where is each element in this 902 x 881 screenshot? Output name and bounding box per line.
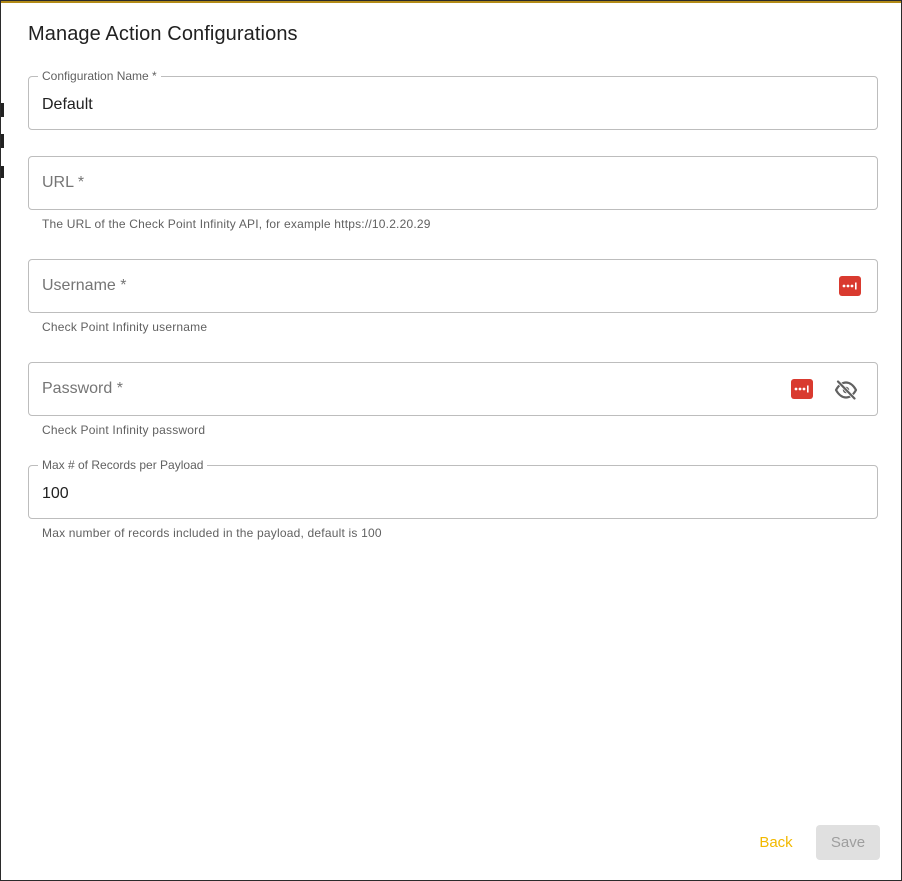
password-manager-icon[interactable] [839,276,861,296]
configuration-name-label: Configuration Name * [38,69,161,83]
background-edge [1,134,4,148]
eye-off-icon[interactable] [834,378,858,402]
max-records-label: Max # of Records per Payload [38,458,208,472]
url-helper-text: The URL of the Check Point Infinity API,… [42,217,431,231]
password-helper-text: Check Point Infinity password [42,423,206,437]
username-helper-text: Check Point Infinity username [42,320,208,334]
background-edge [1,103,4,117]
top-accent-bar [1,1,901,3]
max-records-helper-text: Max number of records included in the pa… [42,526,382,540]
url-placeholder: URL * [42,174,85,191]
dialog-title: Manage Action Configurations [28,23,298,45]
password-manager-icon[interactable] [791,379,813,399]
max-records-field[interactable]: Max # of Records per Payload 100 [28,458,878,519]
background-edge [1,166,4,178]
username-field[interactable]: Username * [28,259,878,313]
save-button[interactable]: Save [816,825,880,860]
password-field[interactable]: Password * [28,362,878,416]
dialog: Manage Action Configurations Configurati… [0,0,902,881]
configuration-name-value[interactable]: Default [42,95,93,115]
username-placeholder: Username * [42,277,127,294]
back-button[interactable]: Back [751,827,801,857]
url-field[interactable]: URL * [28,156,878,210]
max-records-value[interactable]: 100 [42,484,69,504]
configuration-name-field[interactable]: Configuration Name * Default [28,69,878,130]
password-placeholder: Password * [42,380,123,397]
